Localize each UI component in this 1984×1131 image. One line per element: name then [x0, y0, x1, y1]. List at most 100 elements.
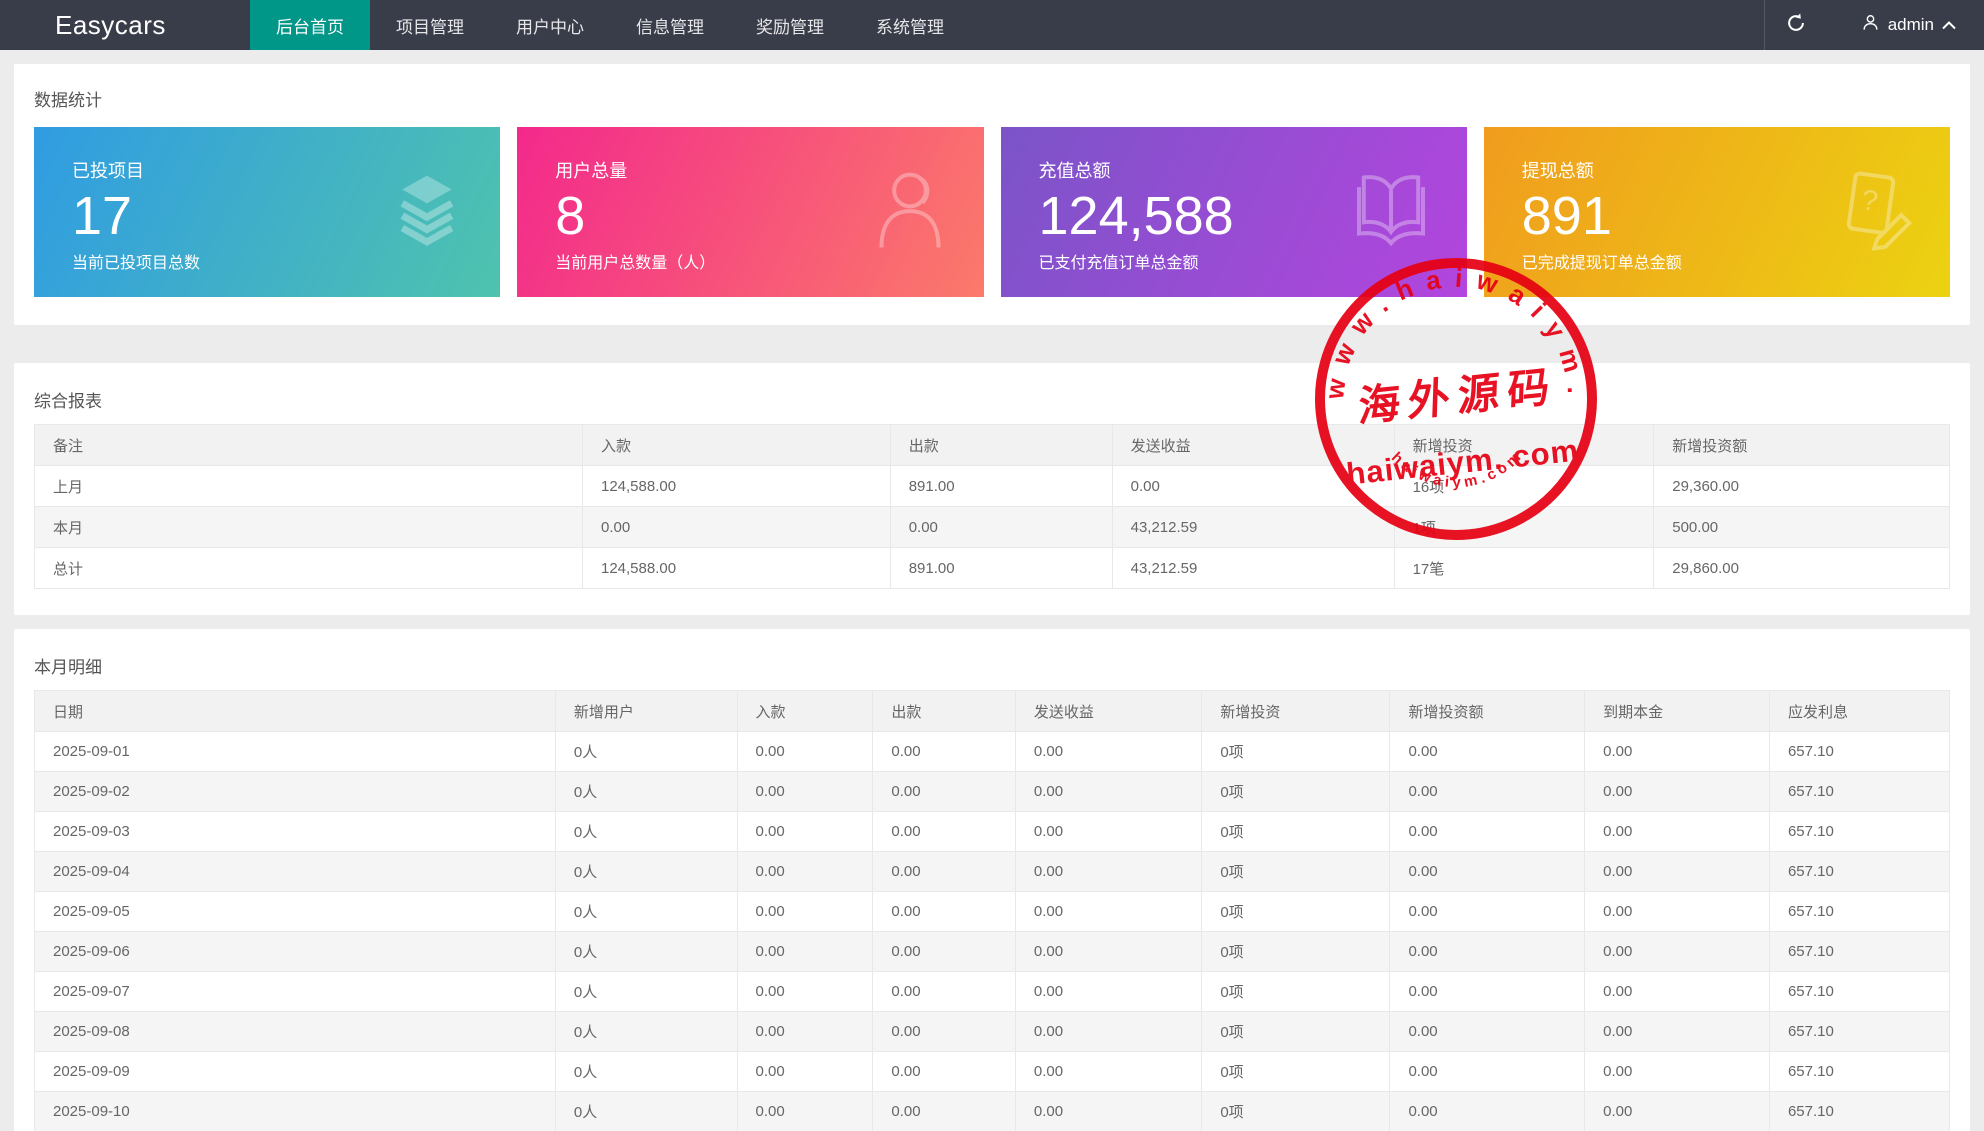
nav-item-label: 项目管理	[396, 13, 464, 38]
table-cell: 0.00	[1112, 466, 1394, 507]
column-header: 发送收益	[1015, 691, 1201, 732]
table-cell: 657.10	[1769, 1012, 1949, 1052]
nav-item-projects[interactable]: 项目管理	[370, 0, 490, 50]
table-cell: 0人	[555, 892, 737, 932]
refresh-button[interactable]	[1764, 0, 1827, 50]
table-cell: 0项	[1202, 932, 1390, 972]
table-cell: 0.00	[1015, 1052, 1201, 1092]
table-cell: 0.00	[737, 972, 873, 1012]
table-cell: 0.00	[737, 732, 873, 772]
table-cell: 124,588.00	[582, 548, 890, 589]
main-menu: 后台首页 项目管理 用户中心 信息管理 奖励管理 系统管理	[250, 0, 970, 50]
table-cell: 0.00	[1390, 892, 1585, 932]
table-cell: 2025-09-10	[35, 1092, 556, 1131]
column-header: 出款	[890, 425, 1112, 466]
report-header-row: 备注入款出款发送收益新增投资新增投资额	[35, 425, 1950, 466]
table-cell: 0.00	[737, 812, 873, 852]
username: admin	[1888, 15, 1934, 35]
detail-table: 日期新增用户入款出款发送收益新增投资新增投资额到期本金应发利息 2025-09-…	[34, 690, 1950, 1131]
table-cell: 0.00	[1585, 852, 1770, 892]
table-cell: 0.00	[873, 1092, 1015, 1131]
nav-item-info[interactable]: 信息管理	[610, 0, 730, 50]
table-row: 2025-09-030人0.000.000.000项0.000.00657.10	[35, 812, 1950, 852]
table-cell: 43,212.59	[1112, 507, 1394, 548]
table-row: 总计124,588.00891.0043,212.5917笔29,860.00	[35, 548, 1950, 589]
main-content: 数据统计 已投项目 17 当前已投项目总数 用户总量 8 当前用	[0, 50, 1984, 1131]
navbar-right: admin	[1764, 0, 1984, 50]
user-icon	[872, 168, 948, 257]
detail-header-row: 日期新增用户入款出款发送收益新增投资新增投资额到期本金应发利息	[35, 691, 1950, 732]
table-cell: 0.00	[1390, 852, 1585, 892]
table-row: 2025-09-080人0.000.000.000项0.000.00657.10	[35, 1012, 1950, 1052]
stat-card-invested-projects: 已投项目 17 当前已投项目总数	[34, 127, 500, 297]
table-cell: 0.00	[873, 812, 1015, 852]
table-cell: 500.00	[1654, 507, 1950, 548]
table-cell: 0项	[1202, 772, 1390, 812]
detail-title: 本月明细	[34, 653, 1950, 678]
top-navbar: Easycars 后台首页 项目管理 用户中心 信息管理 奖励管理 系统管理 a…	[0, 0, 1984, 50]
user-menu[interactable]: admin	[1827, 0, 1984, 50]
table-cell: 657.10	[1769, 812, 1949, 852]
stat-card-total-users: 用户总量 8 当前用户总数量（人）	[517, 127, 983, 297]
table-cell: 0.00	[737, 892, 873, 932]
table-row: 2025-09-070人0.000.000.000项0.000.00657.10	[35, 972, 1950, 1012]
nav-item-users[interactable]: 用户中心	[490, 0, 610, 50]
table-cell: 0.00	[890, 507, 1112, 548]
stat-cards-row: 已投项目 17 当前已投项目总数 用户总量 8 当前用户总数量（人）	[34, 127, 1950, 297]
table-cell: 0.00	[1015, 812, 1201, 852]
nav-item-label: 信息管理	[636, 13, 704, 38]
table-cell: 657.10	[1769, 892, 1949, 932]
table-cell: 0.00	[1585, 732, 1770, 772]
table-row: 2025-09-040人0.000.000.000项0.000.00657.10	[35, 852, 1950, 892]
table-cell: 0项	[1202, 1052, 1390, 1092]
report-panel: 综合报表 备注入款出款发送收益新增投资新增投资额 上月124,588.00891…	[14, 363, 1970, 615]
column-header: 出款	[873, 691, 1015, 732]
table-cell: 0.00	[737, 932, 873, 972]
table-row: 上月124,588.00891.000.0016项29,360.00	[35, 466, 1950, 507]
table-cell: 0.00	[582, 507, 890, 548]
doc-question-icon: ?	[1836, 169, 1914, 256]
table-cell: 0.00	[1585, 1092, 1770, 1131]
table-cell: 0.00	[1390, 1012, 1585, 1052]
table-cell: 0.00	[1015, 972, 1201, 1012]
nav-item-label: 奖励管理	[756, 13, 824, 38]
table-cell: 0人	[555, 972, 737, 1012]
table-cell: 0人	[555, 732, 737, 772]
table-cell: 16项	[1394, 466, 1654, 507]
table-row: 2025-09-050人0.000.000.000项0.000.00657.10	[35, 892, 1950, 932]
table-cell: 2025-09-06	[35, 932, 556, 972]
table-row: 2025-09-090人0.000.000.000项0.000.00657.10	[35, 1052, 1950, 1092]
table-cell: 0.00	[1015, 1092, 1201, 1131]
nav-item-system[interactable]: 系统管理	[850, 0, 970, 50]
nav-item-label: 后台首页	[276, 13, 344, 38]
table-cell: 0.00	[1390, 772, 1585, 812]
column-header: 入款	[737, 691, 873, 732]
table-cell: 0项	[1202, 732, 1390, 772]
table-cell: 0.00	[1015, 932, 1201, 972]
table-row: 2025-09-020人0.000.000.000项0.000.00657.10	[35, 772, 1950, 812]
table-cell: 0.00	[1390, 732, 1585, 772]
table-cell: 0.00	[1390, 972, 1585, 1012]
table-cell: 0项	[1202, 1012, 1390, 1052]
layers-icon	[390, 170, 464, 255]
table-row: 本月0.000.0043,212.591项500.00	[35, 507, 1950, 548]
stats-panel: 数据统计 已投项目 17 当前已投项目总数 用户总量 8 当前用	[14, 64, 1970, 325]
table-cell: 0人	[555, 932, 737, 972]
table-cell: 657.10	[1769, 932, 1949, 972]
column-header: 新增用户	[555, 691, 737, 732]
column-header: 发送收益	[1112, 425, 1394, 466]
user-icon	[1861, 13, 1880, 37]
table-cell: 2025-09-02	[35, 772, 556, 812]
chevron-up-icon	[1942, 15, 1956, 35]
table-cell: 29,860.00	[1654, 548, 1950, 589]
nav-item-home[interactable]: 后台首页	[250, 0, 370, 50]
detail-panel: 本月明细 日期新增用户入款出款发送收益新增投资新增投资额到期本金应发利息 202…	[14, 629, 1970, 1131]
table-cell: 657.10	[1769, 732, 1949, 772]
report-title: 综合报表	[34, 387, 1950, 412]
column-header: 新增投资额	[1654, 425, 1950, 466]
table-cell: 657.10	[1769, 1052, 1949, 1092]
table-cell: 0.00	[873, 772, 1015, 812]
table-cell: 2025-09-05	[35, 892, 556, 932]
table-cell: 657.10	[1769, 852, 1949, 892]
nav-item-rewards[interactable]: 奖励管理	[730, 0, 850, 50]
